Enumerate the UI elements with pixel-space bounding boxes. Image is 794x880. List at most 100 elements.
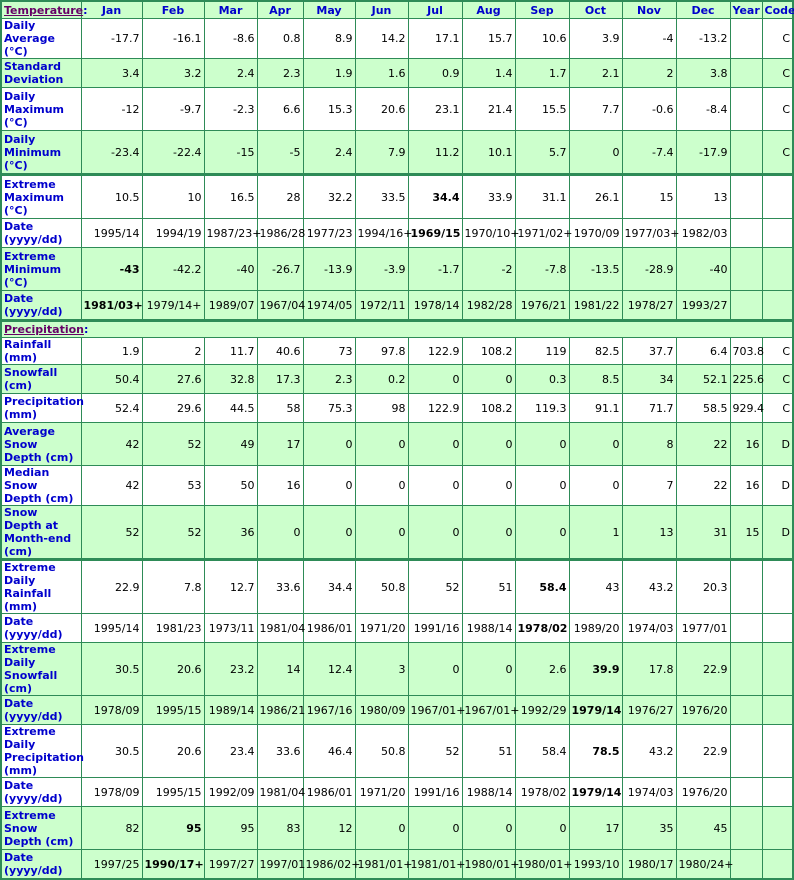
table-cell: 225.6: [729, 364, 764, 394]
table-cell: [729, 173, 763, 219]
table-cell: 15: [621, 173, 677, 219]
table-cell: [729, 558, 763, 614]
table-cell: [761, 695, 794, 725]
table-cell: 1.9: [302, 58, 356, 88]
table-cell: 50: [203, 465, 258, 506]
table-cell: 1981/01+: [407, 849, 465, 880]
table-cell: 0: [302, 422, 356, 466]
table-cell: C: [761, 364, 794, 394]
table-cell: 7: [621, 465, 677, 506]
table-cell: 2.4: [203, 58, 258, 88]
table-cell: 8: [621, 422, 677, 466]
table-cell: 1967/01+: [461, 695, 519, 725]
table-cell: [761, 247, 794, 291]
table-cell: 1981/03+: [80, 290, 143, 321]
temperature-section-header: Temperature:: [0, 0, 88, 19]
table-cell: 15.3: [302, 87, 356, 131]
table-cell: 1976/20: [675, 777, 731, 807]
column-header-jun: Jun: [354, 0, 409, 19]
table-cell: 1997/27: [203, 849, 258, 880]
table-cell: 1997/25: [80, 849, 143, 880]
table-cell: 0.9: [407, 58, 463, 88]
table-cell: 0: [461, 806, 516, 850]
table-cell: 0: [354, 806, 409, 850]
row-label: Average Snow Depth (cm): [0, 422, 82, 466]
temperature-section: Daily Average (°C) -17.7 -16.1 -8.6 0.8 8.9 14…: [0, 18, 794, 321]
table-cell: 1980/01+: [514, 849, 572, 880]
table-cell: 52.1: [675, 364, 731, 394]
table-row: Extreme Maximum (°C) 10.5 10 16.5 28 32.2 33.5…: [0, 173, 794, 219]
table-cell: 23.2: [203, 642, 258, 696]
table-cell: 1981/04: [256, 777, 305, 807]
table-cell: 43: [568, 558, 623, 614]
table-cell: 1977/03+: [621, 218, 679, 248]
table-cell: 20.3: [675, 558, 731, 614]
table-cell: 73: [302, 337, 356, 365]
table-cell: 0: [568, 422, 623, 466]
table-cell: 1971/20: [354, 613, 409, 643]
table-cell: 1995/14: [80, 613, 143, 643]
row-label: Date (yyyy/dd): [0, 290, 82, 321]
table-cell: 0: [407, 642, 463, 696]
table-cell: 1981/04: [256, 613, 305, 643]
row-label: Extreme Maximum (°C): [0, 173, 82, 219]
table-cell: 0: [461, 642, 516, 696]
table-cell: [761, 290, 794, 321]
table-row: Rainfall (mm) 1.9 2 11.7 40.6 73 97.8 122.9 108.…: [0, 337, 794, 365]
table-cell: 6.6: [256, 87, 304, 131]
table-cell: 1967/01+: [407, 695, 465, 725]
table-cell: 7.8: [141, 558, 205, 614]
table-cell: 17.8: [621, 642, 677, 696]
row-label: Extreme Daily Precipitation (mm): [0, 724, 84, 778]
table-cell: -7.4: [621, 130, 677, 175]
precipitation-link[interactable]: Precipitation: [4, 323, 84, 336]
table-cell: 1986/02+: [302, 849, 360, 880]
table-cell: 1980/09: [354, 695, 409, 725]
table-cell: 58: [256, 393, 304, 423]
table-cell: D: [761, 422, 794, 466]
column-header-dec: Dec: [675, 0, 731, 19]
column-header-jul: Jul: [407, 0, 463, 19]
table-cell: 91.1: [568, 393, 623, 423]
table-cell: 108.2: [461, 393, 516, 423]
table-cell: 0: [514, 806, 570, 850]
column-header-aug: Aug: [461, 0, 516, 19]
column-header-jan: Jan: [80, 0, 143, 19]
temperature-link[interactable]: Temperature: [4, 4, 83, 17]
table-cell: 0: [568, 130, 623, 175]
table-cell: 45: [675, 806, 731, 850]
table-cell: 1974/03: [621, 777, 677, 807]
table-cell: 1979/14: [568, 695, 623, 725]
row-label: Standard Deviation: [0, 58, 82, 88]
precipitation-header-section: Precipitation:: [0, 319, 794, 338]
table-cell: 52.4: [80, 393, 143, 423]
table-cell: 17: [256, 422, 304, 466]
table-cell: 0: [514, 465, 570, 506]
table-cell: 34.4: [302, 558, 356, 614]
row-label: Snow Depth at Month-end (cm): [0, 505, 82, 560]
table-cell: 15.7: [461, 18, 516, 59]
table-cell: 33.5: [354, 173, 409, 219]
table-cell: 2: [141, 337, 205, 365]
table-cell: 1978/27: [621, 290, 677, 321]
table-cell: 1974/05: [302, 290, 356, 321]
table-cell: 1987/23+: [203, 218, 261, 248]
table-cell: 0: [354, 465, 409, 506]
table-cell: C: [761, 18, 794, 59]
row-label: Daily Minimum (°C): [0, 130, 82, 175]
table-cell: 17: [568, 806, 623, 850]
table-cell: 1967/16: [302, 695, 356, 725]
table-cell: [729, 247, 763, 291]
table-cell: [729, 777, 763, 807]
table-cell: 1979/14+: [141, 290, 205, 321]
table-cell: 52: [407, 558, 463, 614]
table-cell: 0: [354, 505, 409, 560]
table-row: Date (yyyy/dd) 1981/03+ 1979/14+ 1989/07 196…: [0, 290, 794, 321]
table-row: Extreme Daily Precipitation (mm) 30.5 20.6…: [0, 724, 794, 778]
table-cell: 1986/01: [302, 613, 356, 643]
table-cell: 1977/23: [302, 218, 356, 248]
table-cell: 12.4: [302, 642, 356, 696]
table-row: Extreme Snow Depth (cm) 82 95 95 83 12 0 0 0 0 17 3…: [0, 806, 794, 850]
table-cell: -26.7: [256, 247, 304, 291]
table-cell: 31.1: [514, 173, 570, 219]
